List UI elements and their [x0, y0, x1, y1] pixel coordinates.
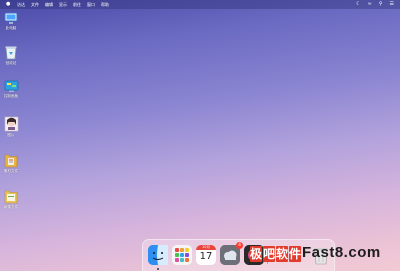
calendar-month: 10月 — [202, 245, 210, 249]
recycle-bin-icon — [5, 46, 17, 60]
computer-icon — [4, 12, 18, 24]
status-area: ☾ ≈ ⚲ ☰ — [349, 0, 394, 9]
apple-logo-icon[interactable]: ● — [6, 0, 11, 9]
watermark-site: Fast8.com — [302, 244, 381, 261]
watermark-char: 极 — [250, 246, 263, 262]
desktop-icon-label: 新建文件 — [3, 205, 19, 209]
menu-window[interactable]: 窗口 — [87, 0, 95, 9]
running-indicator — [157, 268, 159, 270]
desktop-icon-image[interactable]: 图片 — [0, 116, 22, 138]
image-file-icon — [4, 116, 18, 132]
watermark-char: 件 — [289, 246, 302, 262]
desktop-icon-folder-2[interactable]: 新建文件 — [0, 188, 22, 210]
menu-file[interactable]: 文件 — [31, 0, 39, 9]
dock-launchpad[interactable] — [172, 245, 192, 265]
desktop-icon-label: 回收站 — [5, 61, 17, 65]
desktop-icon-recycle-bin[interactable]: 回收站 — [0, 45, 22, 66]
desktop-icon-label: 控制面板 — [3, 94, 19, 98]
watermark: 极吧软件Fast8.com — [250, 245, 381, 263]
folder-icon — [4, 190, 18, 204]
desktop-icon-folder-1[interactable]: 素材文件 — [0, 152, 22, 174]
moon-icon[interactable]: ☾ — [356, 0, 360, 9]
menu-bar: ● 访达 文件 编辑 显示 前往 窗口 帮助 ☾ ≈ ⚲ ☰ — [0, 0, 400, 9]
folder-icon — [4, 154, 18, 168]
menu-edit[interactable]: 编辑 — [45, 0, 53, 9]
dock-calendar[interactable]: 10月 17 — [196, 245, 216, 265]
menu-go[interactable]: 前往 — [73, 0, 81, 9]
menu-finder[interactable]: 访达 — [17, 0, 25, 9]
menu-view[interactable]: 显示 — [59, 0, 67, 9]
control-center-icon[interactable]: ☰ — [390, 0, 394, 9]
control-panel-icon — [4, 80, 18, 92]
desktop-icon-control-panel[interactable]: 控制面板 — [0, 80, 22, 99]
calendar-day: 17 — [199, 251, 213, 262]
desktop-icon-label: 素材文件 — [3, 169, 19, 173]
launchpad-icon — [172, 245, 192, 265]
wifi-icon[interactable]: ≈ — [368, 0, 372, 9]
desktop-icon-label: 图片 — [7, 133, 15, 137]
desktop-icon-label: 此电脑 — [5, 26, 17, 30]
search-icon[interactable]: ⚲ — [379, 0, 383, 9]
menu-help[interactable]: 帮助 — [101, 0, 109, 9]
watermark-char: 吧 — [263, 246, 276, 262]
dock-finder[interactable] — [148, 245, 168, 265]
notification-badge: 4 — [236, 242, 243, 249]
dock-weather[interactable]: 4 — [220, 242, 243, 265]
finder-icon — [148, 245, 168, 265]
desktop-icon-computer[interactable]: 此电脑 — [0, 12, 22, 31]
watermark-char: 软 — [276, 246, 289, 262]
